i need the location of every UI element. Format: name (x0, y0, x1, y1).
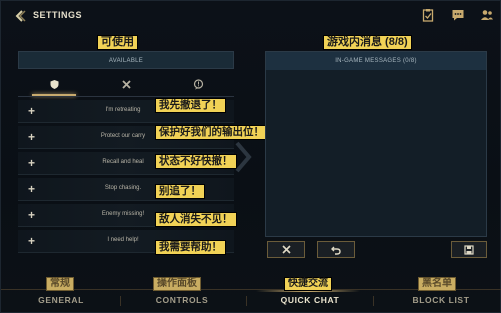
settings-window: SETTINGS 可使用 AVAILABLE + I'm retreating … (0, 0, 501, 313)
nav-tab-quick-chat[interactable]: QUICK CHAT (265, 295, 355, 309)
add-icon[interactable]: + (28, 156, 35, 170)
friends-icon[interactable] (480, 8, 494, 22)
nav-separator (120, 296, 121, 306)
chat-exclamation-icon (193, 78, 203, 89)
tab-offensive[interactable] (90, 73, 162, 95)
nav-cn-annotation: 常规 (46, 277, 74, 291)
ingame-messages-cn-label: 游戏内消息 (8/8) (323, 35, 412, 51)
tab-divider (18, 96, 234, 97)
category-tabs (18, 73, 234, 96)
save-button[interactable] (451, 241, 487, 258)
clear-button[interactable] (267, 241, 305, 258)
undo-button[interactable] (317, 241, 355, 258)
save-disk-icon (464, 244, 474, 255)
add-icon[interactable]: + (28, 104, 35, 118)
nav-separator (246, 296, 247, 306)
undo-arrow-icon (331, 246, 341, 255)
row-cn-annotation: 状态不好快撤！ (155, 154, 237, 169)
transfer-arrow-icon (235, 141, 252, 173)
shield-icon (50, 79, 58, 89)
tab-defensive[interactable] (18, 73, 90, 95)
close-x-icon (281, 245, 291, 254)
nav-separator (373, 296, 374, 306)
available-heading: AVAILABLE (18, 51, 234, 69)
nav-cn-annotation: 快捷交流 (284, 277, 332, 291)
nav-tab-general[interactable]: GENERAL (21, 295, 101, 309)
ingame-messages-heading: IN-GAME MESSAGES (0/8) (266, 52, 486, 70)
nav-cn-annotation: 操作面板 (153, 277, 201, 291)
back-arrow-icon[interactable] (13, 9, 27, 23)
clipboard-check-icon[interactable] (421, 8, 435, 22)
header-bar: SETTINGS (1, 1, 501, 31)
row-cn-annotation: 别追了！ (155, 184, 205, 199)
nav-cn-annotation: 黑名单 (418, 277, 456, 291)
row-cn-annotation: 我需要帮助！ (155, 240, 226, 255)
tab-general[interactable] (162, 73, 234, 95)
ingame-messages-panel: IN-GAME MESSAGES (0/8) (265, 51, 487, 263)
bottom-nav: 常规 GENERAL 操作面板 CONTROLS 快捷交流 QUICK CHAT… (1, 269, 501, 313)
row-cn-annotation: 敌人消失不见！ (155, 212, 237, 227)
add-icon[interactable]: + (28, 182, 35, 196)
row-cn-annotation: 我先撤退了！ (155, 98, 226, 113)
nav-tab-controls[interactable]: CONTROLS (141, 295, 223, 309)
available-cn-label: 可使用 (97, 35, 138, 51)
add-icon[interactable]: + (28, 234, 35, 248)
nav-tab-block-list[interactable]: BLOCK LIST (401, 295, 481, 309)
add-icon[interactable]: + (28, 208, 35, 222)
chat-bubble-icon[interactable] (451, 8, 465, 22)
add-icon[interactable]: + (28, 130, 35, 144)
crossed-swords-icon (121, 79, 131, 89)
page-title: SETTINGS (33, 10, 83, 20)
ingame-messages-list[interactable]: IN-GAME MESSAGES (0/8) (265, 51, 487, 237)
row-cn-annotation: 保护好我们的输出位！ (155, 125, 268, 140)
